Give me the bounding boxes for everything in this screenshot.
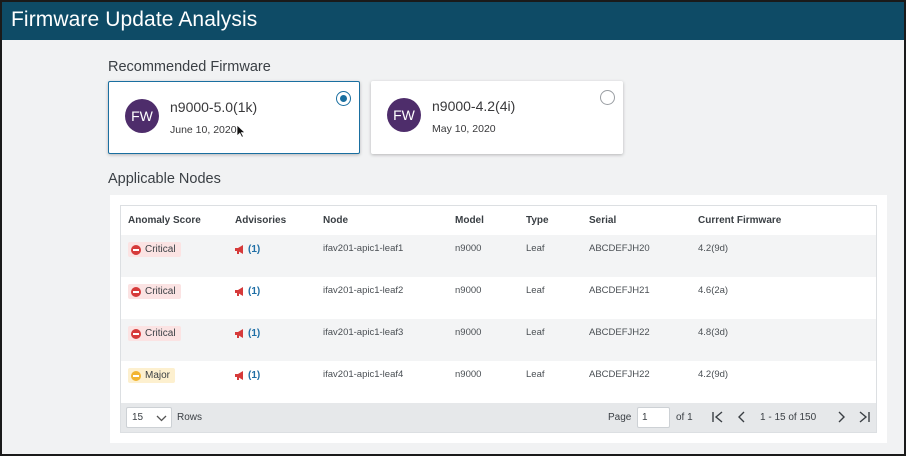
table-row[interactable]: Critical (1) ifav201-apic1-leaf2 n9000 L… <box>121 277 876 319</box>
model-cell: n9000 <box>455 243 482 254</box>
serial-cell: ABCDEFJH21 <box>589 285 650 296</box>
anomaly-badge-critical: Critical <box>128 242 181 257</box>
column-header-advisories[interactable]: Advisories <box>235 215 286 226</box>
serial-cell: ABCDEFJH20 <box>589 243 650 254</box>
node-cell: ifav201-apic1-leaf2 <box>323 285 404 296</box>
type-cell: Leaf <box>526 285 545 296</box>
next-page-icon[interactable] <box>834 410 848 424</box>
radio-selected-icon[interactable] <box>336 91 351 106</box>
pagination-bar: 15 Rows Page 1 of 1 1 - 15 of 150 <box>121 403 876 432</box>
firmware-cell: 4.2(9d) <box>698 369 729 380</box>
column-header-model[interactable]: Model <box>455 215 484 226</box>
model-cell: n9000 <box>455 369 482 380</box>
prev-page-icon[interactable] <box>735 410 749 424</box>
critical-icon <box>131 328 141 339</box>
model-cell: n9000 <box>455 285 482 296</box>
major-icon <box>131 370 141 381</box>
page-title: Firmware Update Analysis <box>11 8 258 31</box>
node-cell: ifav201-apic1-leaf1 <box>323 243 404 254</box>
table-row[interactable]: Major (1) ifav201-apic1-leaf4 n9000 Leaf… <box>121 361 876 403</box>
rows-per-page-value: 15 <box>132 412 144 423</box>
mouse-cursor-icon <box>236 124 246 138</box>
firmware-date: June 10, 2020 <box>170 124 237 136</box>
advisories-count: (1) <box>248 286 261 297</box>
advisories-link[interactable]: (1) <box>235 244 260 255</box>
app-window: Firmware Update Analysis Recommended Fir… <box>0 0 906 456</box>
firmware-cell: 4.6(2a) <box>698 285 729 296</box>
nodes-table: Anomaly Score Advisories Node Model Type… <box>120 205 877 433</box>
critical-icon <box>131 286 141 297</box>
model-cell: n9000 <box>455 327 482 338</box>
column-header-serial[interactable]: Serial <box>589 215 616 226</box>
firmware-avatar: FW <box>387 98 421 132</box>
firmware-avatar: FW <box>125 99 159 133</box>
page-range-label: 1 - 15 of 150 <box>760 412 817 423</box>
page-of-label: of 1 <box>676 412 693 423</box>
anomaly-badge-critical: Critical <box>128 284 181 299</box>
megaphone-icon <box>235 329 243 338</box>
anomaly-score-label: Critical <box>145 328 176 339</box>
advisories-count: (1) <box>248 244 261 255</box>
table-header: Anomaly Score Advisories Node Model Type… <box>121 206 876 235</box>
firmware-name: n9000-4.2(4i) <box>432 98 516 114</box>
critical-icon <box>131 244 141 255</box>
firmware-card-2[interactable]: FW n9000-4.2(4i) May 10, 2020 <box>371 81 623 154</box>
rows-per-page-select[interactable]: 15 <box>126 407 172 428</box>
anomaly-badge-major: Major <box>128 368 176 383</box>
page-label: Page <box>608 412 632 423</box>
first-page-icon[interactable] <box>711 410 725 424</box>
last-page-icon[interactable] <box>857 410 871 424</box>
serial-cell: ABCDEFJH22 <box>589 369 650 380</box>
type-cell: Leaf <box>526 369 545 380</box>
chevron-down-icon <box>156 415 167 422</box>
node-cell: ifav201-apic1-leaf3 <box>323 327 404 338</box>
firmware-card-1[interactable]: FW n9000-5.0(1k) June 10, 2020 <box>108 81 360 154</box>
applicable-nodes-heading: Applicable Nodes <box>108 171 221 187</box>
recommended-firmware-heading: Recommended Firmware <box>108 59 271 75</box>
advisories-count: (1) <box>248 328 261 339</box>
megaphone-icon <box>235 245 243 254</box>
type-cell: Leaf <box>526 243 545 254</box>
page-number-input[interactable]: 1 <box>637 407 670 428</box>
firmware-name: n9000-5.0(1k) <box>170 99 258 115</box>
rows-label: Rows <box>177 412 203 423</box>
advisories-link[interactable]: (1) <box>235 370 260 381</box>
megaphone-icon <box>235 371 243 380</box>
firmware-cell: 4.8(3d) <box>698 327 729 338</box>
table-row[interactable]: Critical (1) ifav201-apic1-leaf3 n9000 L… <box>121 319 876 361</box>
node-cell: ifav201-apic1-leaf4 <box>323 369 404 380</box>
column-header-node[interactable]: Node <box>323 215 348 226</box>
megaphone-icon <box>235 287 243 296</box>
firmware-date: May 10, 2020 <box>432 123 496 135</box>
advisories-count: (1) <box>248 370 261 381</box>
column-header-current-firmware[interactable]: Current Firmware <box>698 215 781 226</box>
anomaly-score-label: Major <box>145 370 171 381</box>
nodes-panel: Anomaly Score Advisories Node Model Type… <box>110 195 887 443</box>
table-row[interactable]: Critical (1) ifav201-apic1-leaf1 n9000 L… <box>121 235 876 277</box>
advisories-link[interactable]: (1) <box>235 286 260 297</box>
firmware-cell: 4.2(9d) <box>698 243 729 254</box>
type-cell: Leaf <box>526 327 545 338</box>
anomaly-badge-critical: Critical <box>128 326 181 341</box>
serial-cell: ABCDEFJH22 <box>589 327 650 338</box>
radio-unselected-icon[interactable] <box>600 90 615 105</box>
advisories-link[interactable]: (1) <box>235 328 260 339</box>
anomaly-score-label: Critical <box>145 244 176 255</box>
column-header-anomaly-score[interactable]: Anomaly Score <box>128 215 201 226</box>
anomaly-score-label: Critical <box>145 286 176 297</box>
column-header-type[interactable]: Type <box>526 215 549 226</box>
app-header: Firmware Update Analysis <box>2 2 904 40</box>
